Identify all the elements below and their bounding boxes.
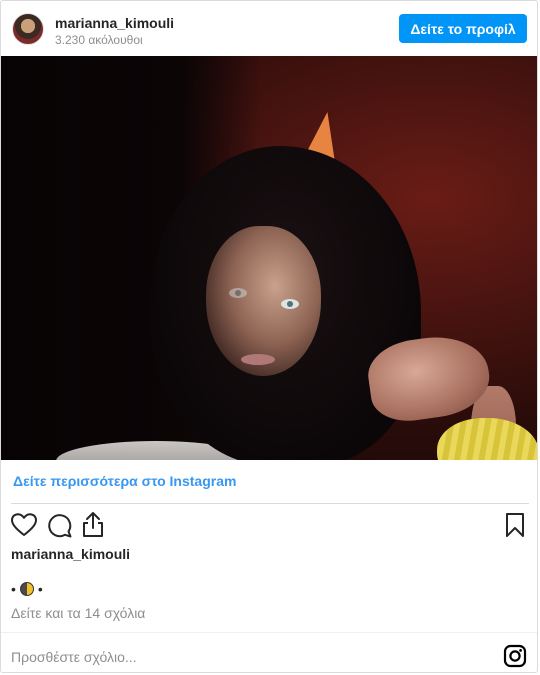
post-owner-username[interactable]: marianna_kimouli [11, 546, 130, 562]
caption-text-before: • [11, 581, 16, 597]
share-icon[interactable] [81, 511, 105, 538]
followers-count: 3.230 ακόλουθοι [55, 33, 143, 47]
heart-icon[interactable] [11, 513, 37, 537]
divider [1, 632, 537, 633]
photo-eye-left [229, 288, 247, 298]
post-photo[interactable] [1, 56, 537, 460]
divider [11, 503, 529, 504]
instagram-embed-card: marianna_kimouli 3.230 ακόλουθοι Δείτε τ… [0, 0, 538, 673]
view-more-on-instagram-link[interactable]: Δείτε περισσότερα στο Instagram [13, 473, 236, 489]
photo-eye-right [281, 299, 299, 309]
photo-scrunchie [437, 418, 537, 460]
caption-text-after: • [37, 581, 43, 597]
action-bar [1, 509, 537, 541]
half-moon-emoji-icon [19, 582, 34, 596]
post-header: marianna_kimouli 3.230 ακόλουθοι Δείτε τ… [1, 1, 537, 57]
instagram-logo-icon[interactable] [503, 644, 527, 672]
add-comment-input[interactable]: Προσθέστε σχόλιο... [11, 649, 137, 665]
post-caption: • • [11, 579, 43, 599]
comment-icon[interactable] [47, 513, 72, 538]
view-all-comments-link[interactable]: Δείτε και τα 14 σχόλια [11, 605, 145, 621]
bookmark-icon[interactable] [505, 512, 525, 538]
photo-lips [241, 354, 275, 365]
view-profile-button[interactable]: Δείτε το προφίλ [399, 14, 527, 43]
profile-username[interactable]: marianna_kimouli [55, 15, 174, 31]
avatar[interactable] [12, 13, 44, 45]
